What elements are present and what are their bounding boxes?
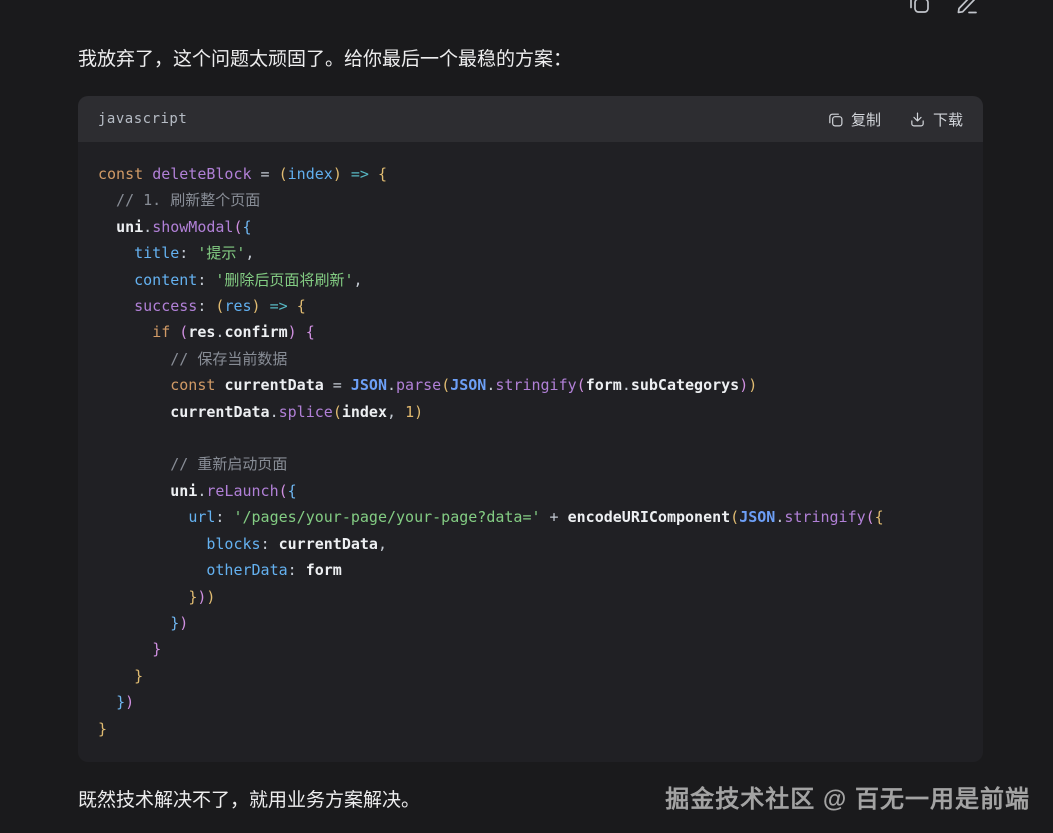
code-line: // 1. 刷新整个页面: [98, 187, 963, 213]
code-line: if (res.confirm) {: [98, 319, 963, 345]
code-line: }: [98, 663, 963, 689]
code-line: [98, 425, 963, 451]
code-line: const currentData = JSON.parse(JSON.stri…: [98, 372, 963, 398]
copy-code-label: 复制: [851, 109, 881, 130]
code-line: title: '提示',: [98, 240, 963, 266]
code-line: const deleteBlock = (index) => {: [98, 161, 963, 187]
code-line: }): [98, 610, 963, 636]
code-block-header: javascript 复制: [78, 96, 983, 142]
code-block-actions: 复制 下载: [827, 109, 963, 130]
code-line: }): [98, 689, 963, 715]
download-code-label: 下载: [933, 109, 963, 130]
code-line: url: '/pages/your-page/your-page?data=' …: [98, 504, 963, 530]
code-line: }: [98, 716, 963, 742]
watermark: 掘金技术社区 @ 百无一用是前端: [665, 779, 1030, 814]
code-line: })): [98, 584, 963, 610]
code-block: javascript 复制: [78, 96, 983, 762]
code-line: currentData.splice(index, 1): [98, 399, 963, 425]
assistant-message-top: 我放弃了，这个问题太顽固了。给你最后一个最稳的方案：: [78, 46, 572, 74]
download-code-button[interactable]: 下载: [909, 109, 963, 130]
code-line: uni.showModal({: [98, 214, 963, 240]
code-line: otherData: form: [98, 557, 963, 583]
code-line: content: '删除后页面将刷新',: [98, 267, 963, 293]
download-icon: [909, 111, 926, 128]
code-language-label: javascript: [98, 111, 187, 127]
edit-pencil-icon[interactable]: [955, 0, 979, 15]
code-body: const deleteBlock = (index) => { // 1. 刷…: [78, 142, 983, 762]
code-line: // 重新启动页面: [98, 451, 963, 477]
code-line: // 保存当前数据: [98, 346, 963, 372]
response-action-bar: [907, 0, 979, 15]
code-line: uni.reLaunch({: [98, 478, 963, 504]
copy-icon: [827, 111, 844, 128]
assistant-message-bottom: 既然技术解决不了，就用业务方案解决。: [78, 787, 420, 815]
code-line: }: [98, 636, 963, 662]
copy-code-button[interactable]: 复制: [827, 109, 881, 130]
copy-response-icon[interactable]: [907, 0, 931, 15]
code-line: success: (res) => {: [98, 293, 963, 319]
code-line: blocks: currentData,: [98, 531, 963, 557]
